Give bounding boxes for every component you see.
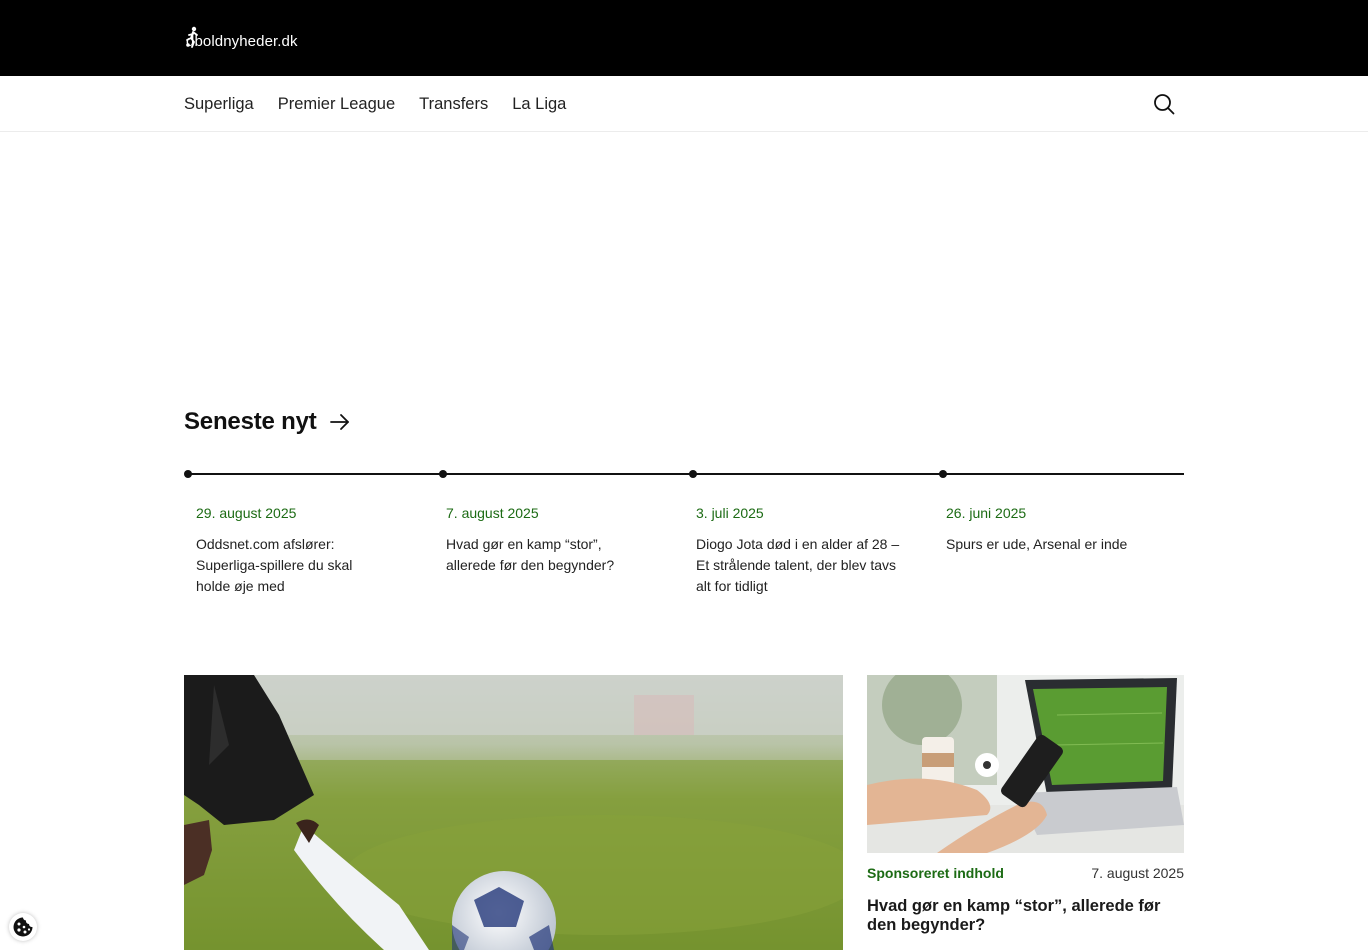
nav-item-premier-league[interactable]: Premier League (278, 95, 395, 114)
timeline-dot (939, 470, 947, 478)
cookie-settings-button[interactable] (9, 913, 37, 941)
timeline-date: 29. august 2025 (196, 505, 297, 521)
timeline-date: 26. juni 2025 (946, 505, 1027, 521)
timeline-title[interactable]: Diogo Jota død i en alder af 28 – Et str… (696, 534, 901, 597)
featured-article-image[interactable] (184, 675, 843, 950)
nav-item-superliga[interactable]: Superliga (184, 95, 254, 114)
sponsored-tag: Sponsoreret indhold (867, 865, 1004, 881)
site-header: dboldnyheder.dk (0, 0, 1368, 76)
article-date: 7. august 2025 (1091, 865, 1184, 881)
timeline-dot (439, 470, 447, 478)
timeline-title[interactable]: Spurs er ude, Arsenal er inde (946, 534, 1166, 555)
main-nav: Superliga Premier League Transfers La Li… (0, 76, 1368, 132)
site-logo[interactable]: dboldnyheder.dk (184, 26, 298, 50)
timeline-title[interactable]: Oddsnet.com afslører: Superliga-spillere… (196, 534, 386, 597)
arrow-right-icon (329, 414, 349, 430)
soccer-kick-photo (184, 675, 843, 950)
article-title[interactable]: Hvad gør en kamp “stor”, allerede før de… (867, 897, 1184, 935)
article-meta: Sponsoreret indhold 7. august 2025 (867, 865, 1184, 887)
phone-laptop-football-photo (867, 675, 1184, 853)
timeline-dot (184, 470, 192, 478)
timeline-item[interactable]: 3. juli 2025 Diogo Jota død i en alder a… (696, 503, 901, 597)
timeline-date: 7. august 2025 (446, 505, 539, 521)
site-name: dboldnyheder.dk (186, 32, 298, 50)
sponsored-article-card[interactable]: Sponsoreret indhold 7. august 2025 Hvad … (867, 675, 1184, 935)
timeline-item[interactable]: 26. juni 2025 Spurs er ude, Arsenal er i… (946, 503, 1166, 555)
nav-menu: Superliga Premier League Transfers La Li… (184, 76, 590, 132)
timeline-date: 3. juli 2025 (696, 505, 764, 521)
latest-news-heading[interactable]: Seneste nyt (184, 408, 351, 436)
cookie-icon (13, 917, 33, 937)
timeline-title[interactable]: Hvad gør en kamp “stor”, allerede før de… (446, 534, 641, 576)
timeline-dot (689, 470, 697, 478)
timeline-item[interactable]: 7. august 2025 Hvad gør en kamp “stor”, … (446, 503, 651, 576)
nav-item-transfers[interactable]: Transfers (419, 95, 488, 114)
timeline-line (188, 473, 1184, 475)
timeline-item[interactable]: 29. august 2025 Oddsnet.com afslører: Su… (196, 503, 401, 597)
nav-item-la-liga[interactable]: La Liga (512, 95, 566, 114)
search-icon[interactable] (1152, 92, 1176, 116)
section-title: Seneste nyt (184, 408, 317, 435)
